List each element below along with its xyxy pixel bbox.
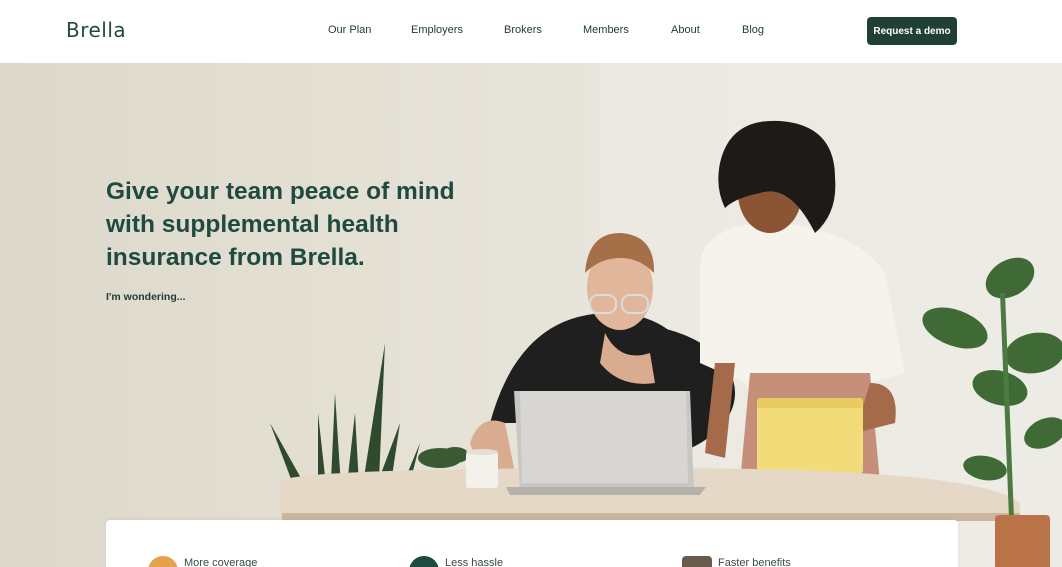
benefit-label: More coverage bbox=[184, 557, 258, 567]
benefits-card: More coverage Less hassle Faster benefit… bbox=[106, 520, 958, 567]
hero-headline: Give your team peace of mind with supple… bbox=[106, 178, 455, 271]
hero-section: Give your team peace of mind with supple… bbox=[0, 63, 1062, 567]
benefit-faster-benefits: Faster benefits bbox=[682, 554, 791, 567]
nav-our-plan[interactable]: Our Plan bbox=[328, 24, 371, 36]
laptop bbox=[506, 391, 706, 495]
request-demo-button[interactable]: Request a demo bbox=[867, 17, 957, 45]
nav-blog[interactable]: Blog bbox=[742, 24, 764, 36]
hero-photo bbox=[270, 63, 1062, 567]
wondering-link[interactable]: I'm wondering... bbox=[106, 291, 186, 303]
nav-members[interactable]: Members bbox=[583, 24, 629, 36]
yellow-notebook bbox=[757, 398, 863, 474]
site-header: Brella Our Plan Employers Brokers Member… bbox=[0, 0, 1062, 63]
benefit-label: Less hassle bbox=[445, 557, 504, 567]
benefit-more-coverage: More coverage bbox=[148, 554, 257, 567]
benefit-less-hassle: Less hassle bbox=[409, 554, 503, 567]
coverage-icon bbox=[148, 556, 178, 567]
faster-benefits-icon bbox=[682, 556, 712, 567]
benefit-label: Faster benefits bbox=[718, 557, 791, 567]
nav-about[interactable]: About bbox=[671, 24, 700, 36]
nav-brokers[interactable]: Brokers bbox=[504, 24, 542, 36]
hassle-icon bbox=[409, 556, 439, 567]
coffee-mug bbox=[466, 449, 498, 488]
small-plant bbox=[418, 447, 469, 468]
nav-employers[interactable]: Employers bbox=[411, 24, 463, 36]
plant-pot bbox=[995, 515, 1050, 567]
